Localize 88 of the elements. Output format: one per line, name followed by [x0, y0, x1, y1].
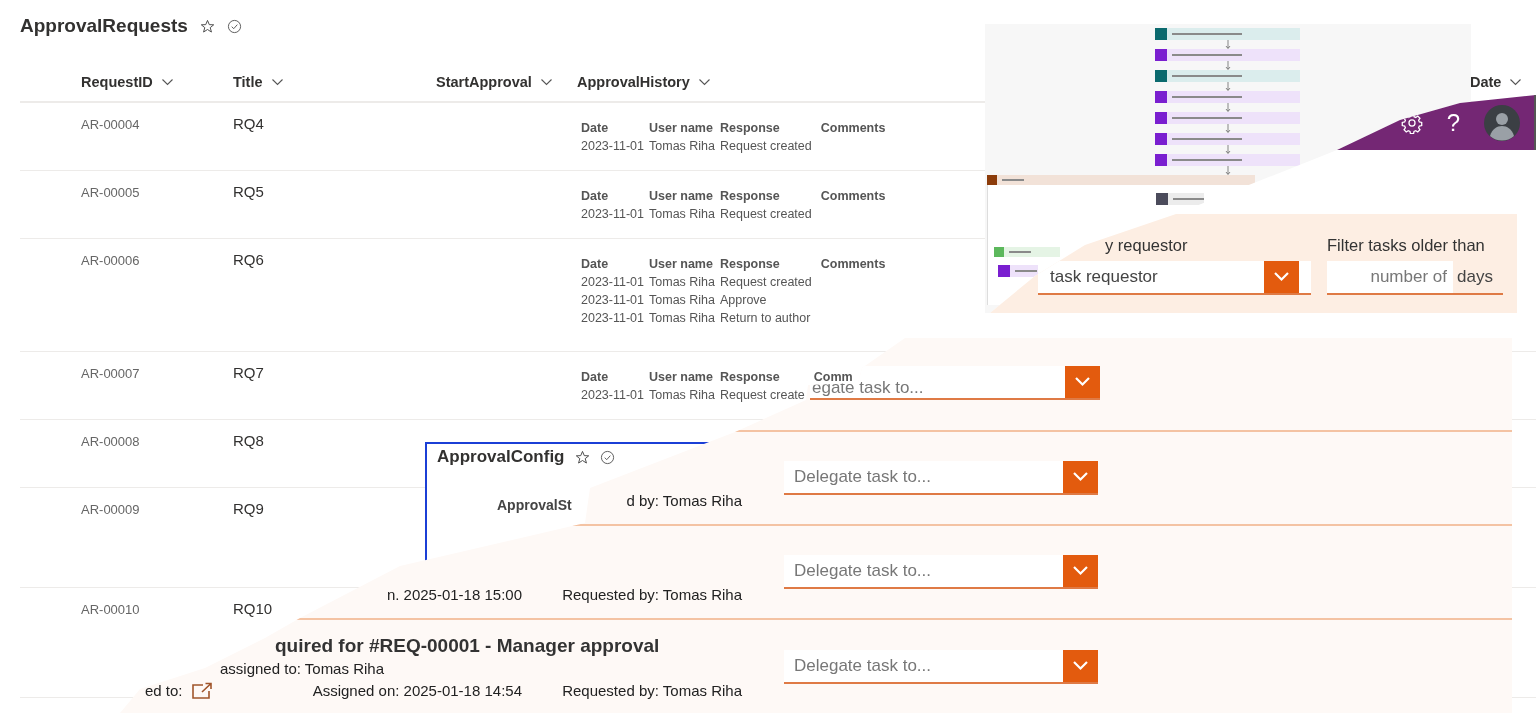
history-header: Comm [813, 369, 853, 384]
history-cell: 2023-11-01 [581, 275, 644, 289]
history-header: User name [649, 119, 720, 137]
flow-step[interactable] [987, 175, 1255, 185]
history-cell: Tomas Riha [649, 311, 715, 325]
column-header[interactable]: ApprovalHistory [577, 73, 711, 90]
table-cell-text: AR-00005 [81, 185, 141, 200]
avatar-icon[interactable] [1484, 104, 1520, 141]
assignee-text: assigned to: Tomas Riha [220, 659, 384, 679]
help-button[interactable]: ? [1446, 108, 1460, 137]
chevron-icon [270, 77, 284, 86]
table-cell: RQ9 [233, 500, 264, 517]
chevron-icon [1509, 77, 1523, 86]
star-icon[interactable] [574, 449, 590, 465]
history-cell: Tomas Riha [649, 388, 715, 402]
table-cell: RQ8 [233, 432, 264, 449]
history-header: User name [649, 187, 720, 205]
flow-step[interactable] [1156, 193, 1204, 205]
table-cell: ApprovalSt [497, 497, 572, 513]
flow-step[interactable] [998, 265, 1038, 277]
history-cell: 2023-11-01 [581, 311, 644, 325]
history-header: Comments [820, 120, 887, 137]
history-header: Response [720, 187, 821, 205]
table-cell: RQ4 [233, 115, 264, 132]
column-header[interactable]: Title [233, 73, 284, 90]
chevron-icon[interactable] [1264, 261, 1299, 293]
table-cell-text: AR-00007 [81, 366, 141, 381]
check-circle-icon[interactable] [226, 18, 242, 34]
history-header: User name [649, 368, 720, 386]
history-cell: 2023-11-01 [581, 139, 644, 153]
history-header: Response [720, 368, 814, 386]
history-cell: 2023-11-01 [581, 207, 644, 221]
chevron-icon[interactable] [1063, 555, 1098, 587]
history-cell: Tomas Riha [649, 293, 715, 307]
table-cell-text: AR-00009 [81, 502, 141, 517]
table-cell-text: AR-00004 [81, 117, 141, 132]
table-cell-text: AR-00008 [81, 434, 141, 449]
history-header: Response [720, 119, 821, 137]
table-cell: RQ7 [233, 364, 264, 381]
history-header: Date [581, 255, 649, 273]
history-header: Date [581, 119, 649, 137]
assigned-to-label: ed to: [145, 681, 183, 701]
flow-step[interactable] [994, 247, 1060, 257]
column-header[interactable]: StartApproval [436, 73, 553, 90]
requested-by-text: Requested by: Tomas Riha [562, 682, 742, 699]
task-title: quired for #REQ-00001 - Manager approval [275, 634, 660, 658]
history-header: Date [581, 368, 649, 386]
list-title: ApprovalConfig [437, 447, 565, 467]
table-cell: RQ6 [233, 251, 264, 268]
history-cell: Tomas Riha [649, 139, 715, 153]
assigned-on-text: Assigned on: 2025-01-18 14:54 [312, 682, 522, 699]
history-cell: Request created [720, 275, 812, 289]
chevron-icon[interactable] [1063, 461, 1098, 493]
table-cell-text: AR-00006 [81, 253, 141, 268]
chevron-icon [539, 77, 553, 86]
history-header: Response [720, 255, 821, 273]
check-circle-icon[interactable] [599, 449, 615, 465]
history-cell: Request created [720, 207, 812, 221]
filter-label: y requestor [1105, 235, 1188, 256]
table-cell: RQ5 [233, 183, 264, 200]
history-header: Date [581, 187, 649, 205]
filter-label: Filter tasks older than [1327, 235, 1485, 256]
history-header: User name [649, 255, 720, 273]
days-input[interactable]: number of [1327, 261, 1453, 293]
chevron-icon [697, 77, 711, 86]
assigned-on-text: n. 2025-01-18 15:00 [386, 586, 522, 603]
history-cell: Request create [720, 388, 805, 402]
unit-label: days [1456, 266, 1493, 288]
table-cell-text: AR-00010 [81, 602, 141, 617]
column-header[interactable]: RequestID [81, 73, 174, 90]
list-title: ApprovalRequests [20, 15, 188, 37]
history-cell: Request created [720, 139, 812, 153]
history-cell: Tomas Riha [649, 275, 715, 289]
history-header: Comments [820, 256, 887, 273]
chevron-icon[interactable] [1063, 650, 1098, 682]
history-cell: Tomas Riha [649, 207, 715, 221]
requested-by-text: Requested by: Tomas Riha [562, 586, 742, 603]
history-cell: 2023-11-01 [581, 388, 644, 402]
requested-by-text: d by: Tomas Riha [626, 492, 742, 509]
table-cell: RQ10 [233, 600, 273, 617]
external-link-icon[interactable] [190, 682, 213, 700]
history-cell: Return to author [720, 311, 811, 325]
star-icon[interactable] [199, 18, 215, 34]
history-cell: Approve [720, 293, 767, 307]
chevron-icon [160, 77, 174, 86]
chevron-icon[interactable] [1065, 366, 1100, 398]
history-header: Comments [820, 188, 887, 205]
history-cell: 2023-11-01 [581, 293, 644, 307]
